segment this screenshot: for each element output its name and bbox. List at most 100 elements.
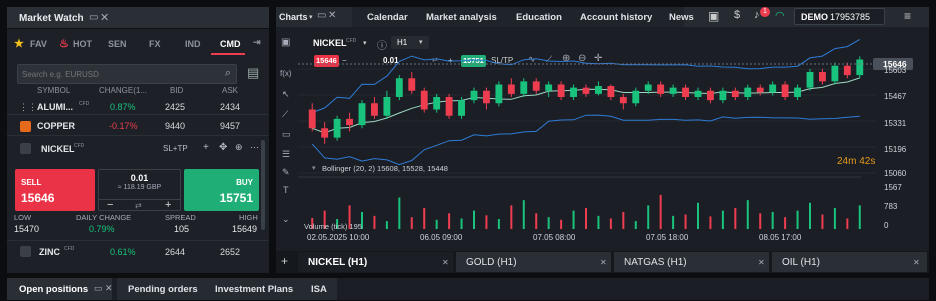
increase-button[interactable]: + [165,199,171,211]
col-change[interactable]: CHANGE(1... [99,86,147,95]
market-watch-header: Market Watch ▭ ✕ [7,7,269,29]
candle [495,84,503,104]
candle [420,90,428,110]
volume-bar [746,200,749,229]
market-watch-title: Market Watch [19,13,84,24]
list-item[interactable]: COPPER -0.17% 9440 9457 [7,114,269,136]
cfd-tag: CFD [74,143,85,149]
bollinger-label[interactable]: Bollinger (20, 2) 15608, 15528, 15448 [322,164,448,173]
move-icon[interactable]: ✥ [219,142,227,153]
candle [682,87,689,97]
volume-value[interactable]: 0.01 [99,173,180,183]
volume-bar [672,215,675,229]
candle [756,87,764,93]
ask-value[interactable]: 9457 [220,121,240,131]
close-icon[interactable]: ✕ [442,258,449,267]
candle [843,65,851,76]
popout-icon[interactable]: ▭ [94,283,103,294]
candle [657,84,665,94]
tab-natgas[interactable]: NATGAS (H1) ✕ [614,252,769,272]
volume-bar [423,208,426,229]
candle [595,86,602,94]
candle [458,100,465,116]
sltp-toggle[interactable]: SL+TP [163,144,188,153]
add-chart-button[interactable]: + [281,254,288,268]
stat-high-value: 15649 [232,224,258,234]
active-tab-indicator [211,53,245,55]
tab-pending-orders[interactable]: Pending orders [128,284,198,295]
volume-bar [684,214,687,229]
tab-oil[interactable]: OIL (H1) ✕ [772,252,927,272]
search-input[interactable] [22,68,212,81]
stat-change-value: 0.79% [89,224,115,234]
volume-bar [597,215,600,229]
tab-fav[interactable]: FAV [30,39,47,49]
price-chart[interactable] [276,7,929,273]
search-box[interactable]: ⌕ [17,64,237,84]
commodity-icon [20,246,31,257]
bid-value[interactable]: 2425 [165,102,185,112]
swap-icon[interactable]: ⇄ [135,201,142,210]
search-icon[interactable]: ⌕ [225,67,231,80]
tab-isa[interactable]: ISA [311,284,327,295]
candle [607,86,615,97]
ask-value[interactable]: 2652 [220,247,240,257]
bid-value[interactable]: 9440 [165,121,185,131]
candle [769,84,777,93]
pin-icon[interactable]: ⊕ [235,142,243,153]
tab-investment-plans[interactable]: Investment Plans [215,284,293,295]
volume-bar [796,210,799,229]
scrollbar[interactable] [261,140,265,230]
candle [483,90,490,104]
volume-bar [833,208,836,229]
volume-label[interactable]: Volume (tick) 195 [304,222,362,231]
candle [781,84,789,97]
x-tick: 08.05 17:00 [759,233,802,242]
tab-label: OIL (H1) [782,257,820,268]
volume-bar [659,194,662,229]
scroll-right-icon[interactable]: ⇥ [253,37,261,48]
tab-gold[interactable]: GOLD (H1) ✕ [456,252,611,272]
candle [632,90,640,104]
list-view-icon[interactable]: ▤ [247,65,259,81]
list-item[interactable]: ZINC CFD 0.61% 2644 2652 [7,240,269,262]
close-icon[interactable]: ✕ [600,258,607,267]
col-symbol[interactable]: SYMBOL [37,86,70,95]
indicator-settings-icon[interactable]: ▾ [312,164,316,172]
col-ask[interactable]: ASK [222,86,238,95]
close-icon[interactable]: ✕ [105,283,113,294]
col-bid[interactable]: BID [170,86,183,95]
volume-bar [821,214,824,229]
buy-button[interactable]: BUY 15751 [184,169,259,211]
volume-bar [647,205,650,229]
more-icon[interactable]: ⋯ [250,142,259,153]
volume-bar [622,211,625,229]
tab-nickel[interactable]: NICKEL (H1) ✕ [298,252,453,272]
volume-input[interactable]: 0.01 ≈ 118.19 GBP − ⇄ + [98,169,181,211]
candle [395,78,403,97]
close-icon[interactable]: ✕ [913,258,920,267]
change-value: 0.87% [110,102,136,112]
add-icon[interactable]: + [203,142,209,153]
decrease-button[interactable]: − [107,199,113,211]
change-value: 0.61% [110,247,136,257]
close-icon[interactable]: ✕ [100,11,109,24]
volume-bar [609,218,612,229]
popout-icon[interactable]: ▭ [89,12,98,23]
change-value: -0.17% [109,121,138,131]
tab-hot[interactable]: HOT [73,39,92,49]
close-icon[interactable]: ✕ [758,258,765,267]
volume-bar [497,219,500,229]
bid-value[interactable]: 2644 [165,247,185,257]
tab-cmd[interactable]: CMD [220,39,241,49]
drag-handle-icon[interactable]: ⋮⋮ [19,102,37,113]
sell-button[interactable]: SELL 15646 [15,169,95,211]
tab-fx[interactable]: FX [149,39,161,49]
bottom-panel: Open positions ▭ ✕ Pending orders Invest… [7,278,929,300]
symbol-name: NICKEL [41,144,75,154]
tab-ind[interactable]: IND [185,39,201,49]
margin-value: ≈ 118.19 GBP [117,184,162,191]
tab-sen[interactable]: SEN [108,39,127,49]
ask-value[interactable]: 2434 [220,102,240,112]
y-tick: 15331 [884,119,907,128]
